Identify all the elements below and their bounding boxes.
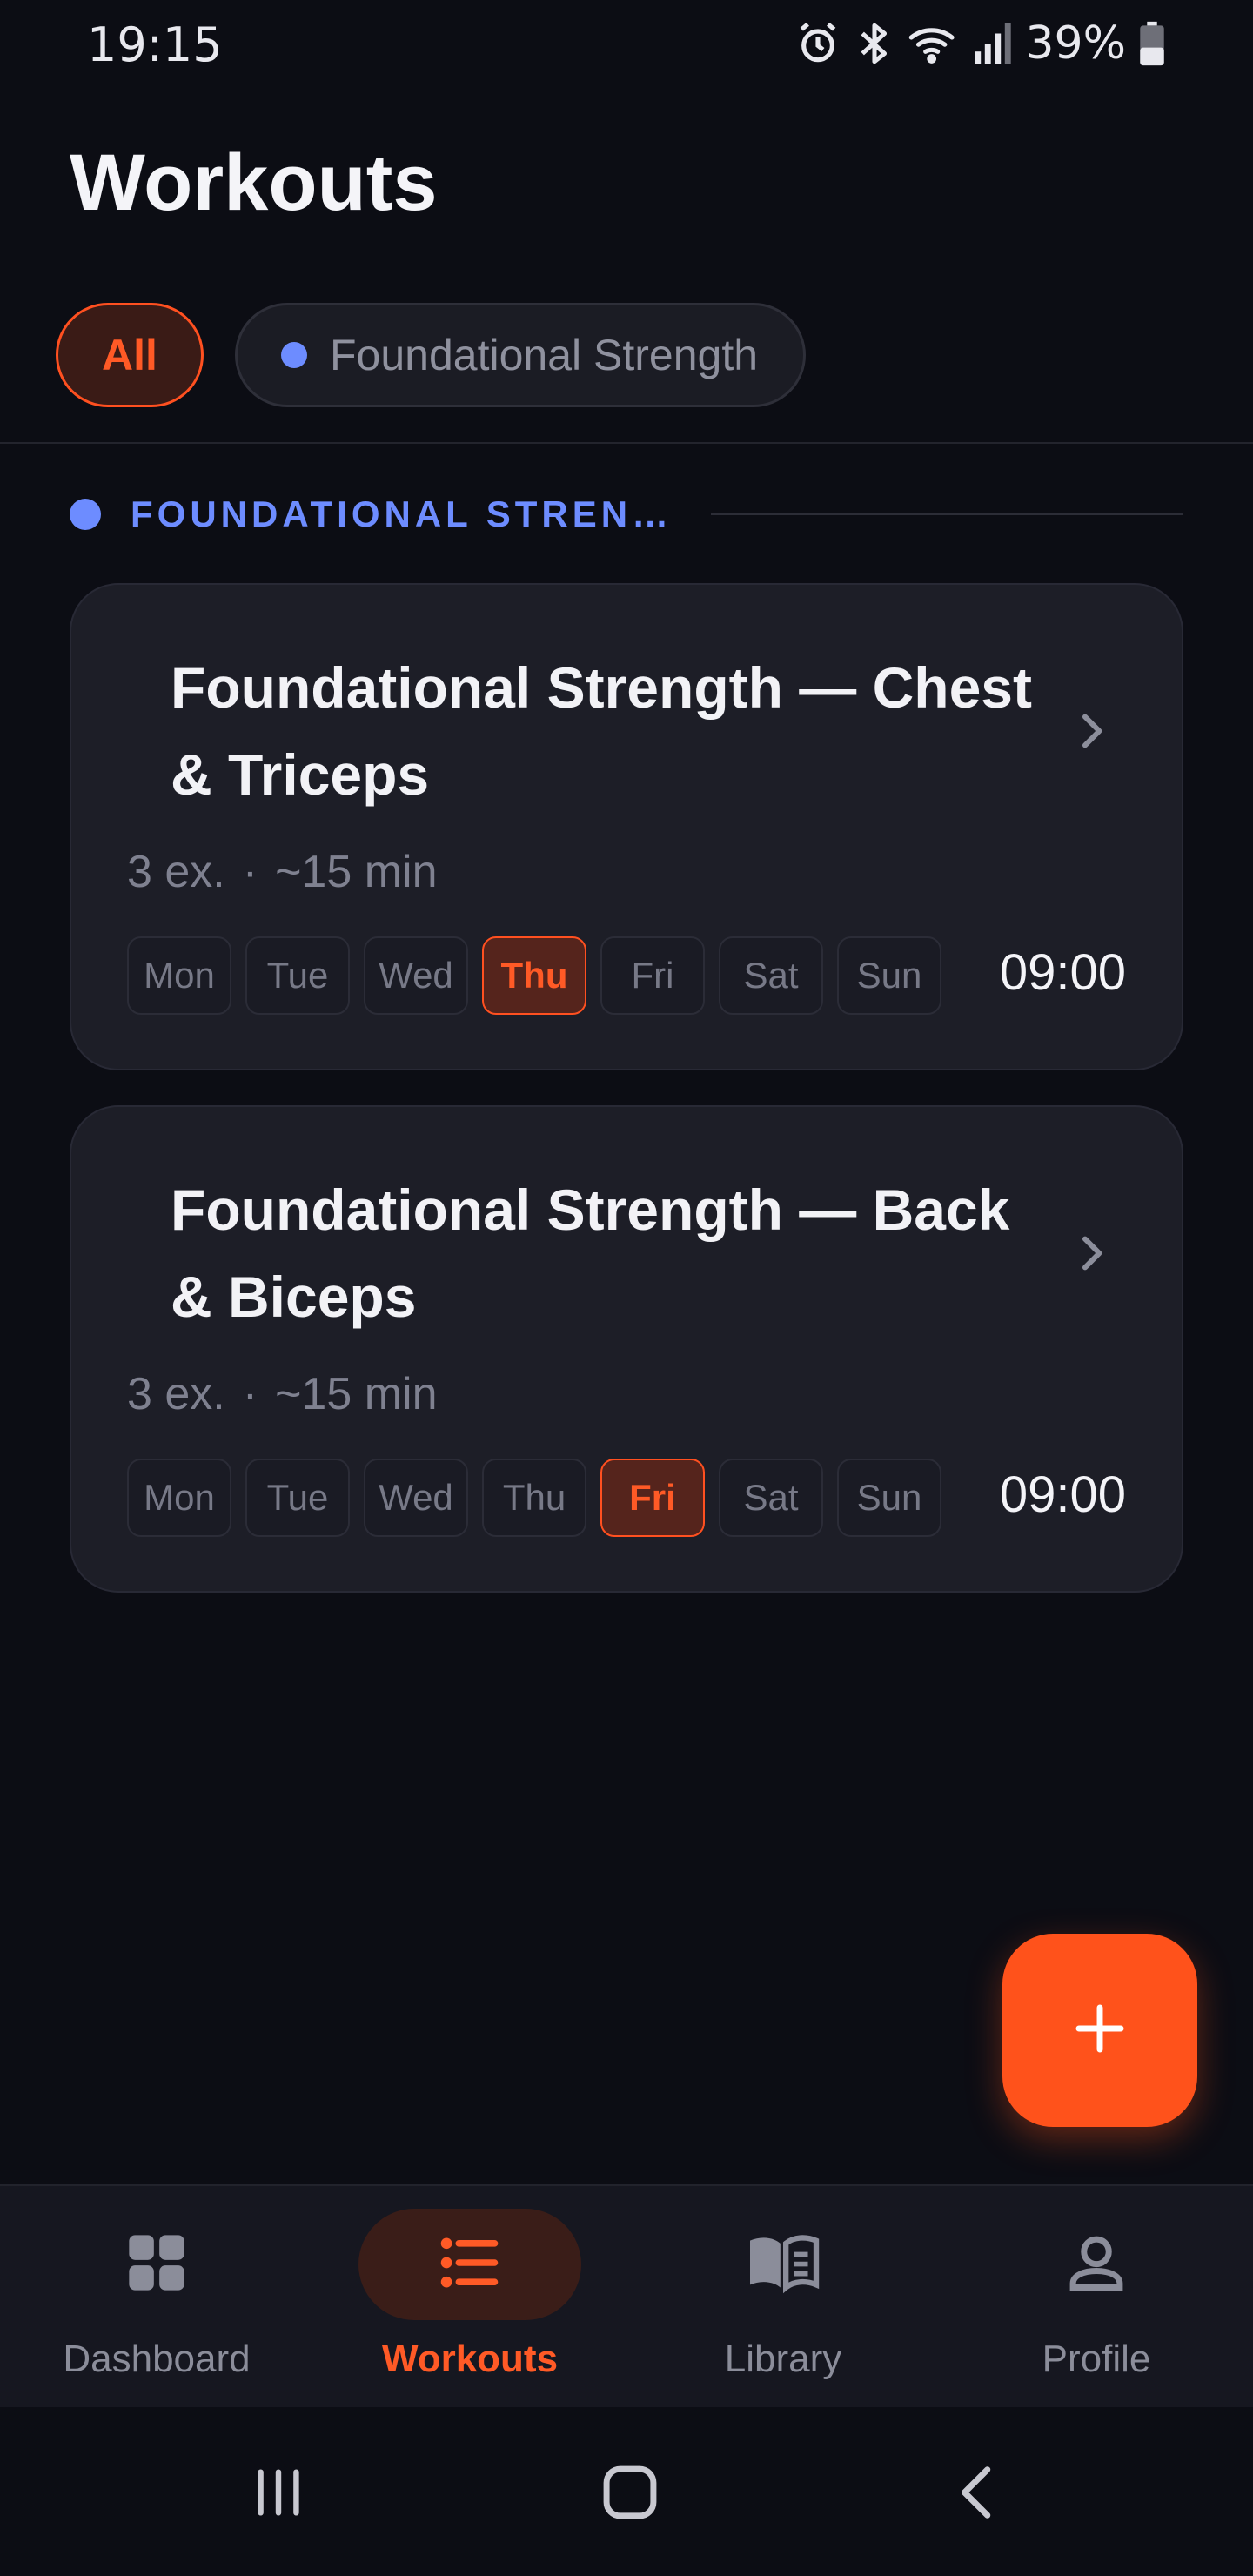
- nav-label: Dashboard: [63, 2338, 251, 2380]
- day-sun[interactable]: Sun: [837, 1459, 941, 1537]
- recent-apps-icon: [248, 2462, 309, 2527]
- workout-card[interactable]: Foundational Strength — Back & Biceps 3 …: [70, 1105, 1183, 1593]
- battery-icon: [1138, 19, 1166, 68]
- status-time: 19:15: [87, 17, 223, 72]
- section-header: FOUNDATIONAL STREN…: [70, 493, 1183, 536]
- filter-chips: All Foundational Strength: [56, 303, 807, 407]
- battery-percent: 39%: [1025, 17, 1126, 70]
- nav-item-library[interactable]: Library: [653, 2209, 914, 2392]
- section-title: FOUNDATIONAL STREN…: [131, 493, 673, 534]
- nav-icon-container: [985, 2209, 1208, 2320]
- workout-duration: ~15 min: [275, 1369, 438, 1419]
- filter-chip-plan[interactable]: Foundational Strength: [235, 303, 807, 407]
- workout-time[interactable]: 09:00: [1000, 943, 1126, 1002]
- day-mon[interactable]: Mon: [127, 936, 231, 1015]
- day-mon[interactable]: Mon: [127, 1459, 231, 1537]
- workout-card[interactable]: Foundational Strength — Chest & Triceps …: [70, 583, 1183, 1070]
- workout-title: Foundational Strength — Chest & Triceps: [171, 655, 1032, 807]
- nav-item-workouts[interactable]: Workouts: [339, 2209, 600, 2392]
- day-selector: Mon Tue Wed Thu Fri Sat Sun: [127, 1459, 941, 1537]
- day-thu[interactable]: Thu: [482, 936, 586, 1015]
- workout-meta: 3 ex. · ~15 min: [127, 1368, 438, 1420]
- workout-time[interactable]: 09:00: [1000, 1466, 1126, 1524]
- back-icon: [949, 2462, 1010, 2527]
- workout-title: Foundational Strength — Back & Biceps: [171, 1177, 1010, 1329]
- meta-separator: ·: [242, 847, 258, 897]
- nav-icon-container: [45, 2209, 268, 2320]
- grid-icon: [124, 2230, 190, 2300]
- nav-label: Profile: [1042, 2338, 1151, 2380]
- day-sat[interactable]: Sat: [719, 1459, 823, 1537]
- day-thu[interactable]: Thu: [482, 1459, 586, 1537]
- meta-separator: ·: [242, 1369, 258, 1419]
- day-tue[interactable]: Tue: [245, 1459, 350, 1537]
- nav-icon-container: [672, 2209, 895, 2320]
- section-divider: [711, 513, 1183, 515]
- page-title: Workouts: [70, 138, 438, 227]
- day-wed[interactable]: Wed: [364, 1459, 468, 1537]
- system-nav: [0, 2407, 1253, 2576]
- workout-duration: ~15 min: [275, 847, 438, 897]
- bluetooth-icon: [854, 19, 895, 68]
- day-sat[interactable]: Sat: [719, 936, 823, 1015]
- wifi-icon: [907, 19, 961, 68]
- section-color-dot: [70, 499, 101, 530]
- nav-label: Library: [724, 2338, 842, 2380]
- day-selector: Mon Tue Wed Thu Fri Sat Sun: [127, 936, 941, 1015]
- chevron-right-icon: [1074, 1229, 1109, 1282]
- chevron-right-icon: [1074, 707, 1109, 760]
- recent-apps-button[interactable]: [226, 2451, 331, 2538]
- plus-icon: [1072, 2001, 1128, 2061]
- exercise-count: 3 ex.: [127, 1369, 225, 1419]
- status-bar: 19:15 39%: [0, 0, 1253, 87]
- status-icons: 39%: [794, 16, 1166, 71]
- day-wed[interactable]: Wed: [364, 936, 468, 1015]
- book-icon: [744, 2230, 822, 2300]
- day-fri[interactable]: Fri: [600, 1459, 705, 1537]
- signal-icon: [973, 19, 1013, 68]
- day-sun[interactable]: Sun: [837, 936, 941, 1015]
- home-icon: [597, 2459, 663, 2530]
- exercise-count: 3 ex.: [127, 847, 225, 897]
- bottom-nav: Dashboard Workouts Library Profile: [0, 2184, 1253, 2409]
- filter-chip-all[interactable]: All: [56, 303, 204, 407]
- nav-item-profile[interactable]: Profile: [966, 2209, 1227, 2392]
- back-button[interactable]: [928, 2451, 1032, 2538]
- add-workout-button[interactable]: [1002, 1934, 1197, 2127]
- plan-color-dot: [281, 342, 307, 368]
- nav-item-dashboard[interactable]: Dashboard: [26, 2209, 287, 2392]
- alarm-icon: [794, 19, 842, 68]
- day-tue[interactable]: Tue: [245, 936, 350, 1015]
- workout-meta: 3 ex. · ~15 min: [127, 846, 438, 898]
- filter-chip-all-label: All: [102, 331, 157, 379]
- divider: [0, 442, 1253, 444]
- nav-label: Workouts: [381, 2338, 559, 2380]
- nav-icon-container: [358, 2209, 581, 2320]
- day-fri[interactable]: Fri: [600, 936, 705, 1015]
- person-icon: [1063, 2230, 1129, 2300]
- filter-chip-plan-label: Foundational Strength: [330, 331, 759, 379]
- home-button[interactable]: [578, 2451, 682, 2538]
- list-icon: [437, 2230, 503, 2300]
